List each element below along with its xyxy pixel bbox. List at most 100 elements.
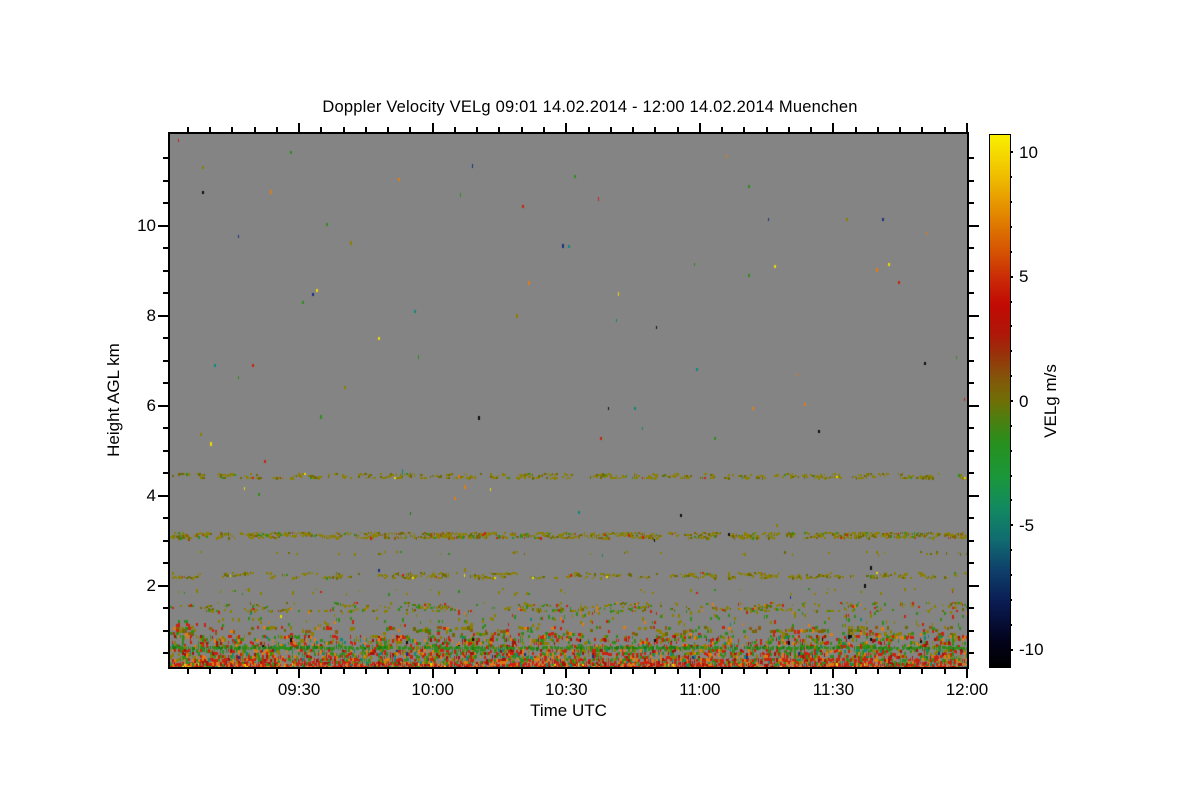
x-axis-major-tick-top xyxy=(698,123,701,132)
x-axis-minor-tick xyxy=(676,669,679,674)
x-axis-minor-tick xyxy=(609,669,612,674)
x-axis-major-tick-top xyxy=(298,123,301,132)
y-axis-minor-tick xyxy=(163,562,168,565)
y-axis-minor-tick xyxy=(163,247,168,250)
x-axis-minor-tick-top xyxy=(899,127,902,132)
y-axis-minor-tick xyxy=(163,472,168,475)
velocity-heatmap-canvas xyxy=(170,134,967,667)
y-axis-major-tick xyxy=(158,494,168,497)
y-axis-minor-tick-right xyxy=(969,652,974,655)
x-axis-minor-tick xyxy=(921,669,924,674)
y-axis-major-tick-right xyxy=(969,224,979,227)
y-tick-label: 8 xyxy=(146,306,156,326)
x-axis-minor-tick-top xyxy=(209,127,212,132)
y-axis-minor-tick xyxy=(163,337,168,340)
plot-title: Doppler Velocity VELg 09:01 14.02.2014 -… xyxy=(322,98,858,116)
y-axis-major-tick xyxy=(158,224,168,227)
x-axis-minor-tick xyxy=(765,669,768,674)
y-tick-label: 4 xyxy=(146,486,156,506)
x-axis-major-tick xyxy=(698,669,701,678)
x-axis-minor-tick-top xyxy=(253,127,256,132)
x-axis-minor-tick xyxy=(342,669,345,674)
x-tick-label: 10:30 xyxy=(544,680,588,699)
x-axis-minor-tick-top xyxy=(520,127,523,132)
x-axis-minor-tick xyxy=(186,669,189,674)
x-axis-major-tick-top xyxy=(966,123,968,132)
y-axis-minor-tick xyxy=(163,269,168,272)
y-axis-minor-tick-right xyxy=(969,157,974,160)
x-axis-minor-tick-top xyxy=(921,127,924,132)
x-axis-minor-tick-top xyxy=(787,127,790,132)
y-axis-minor-tick xyxy=(163,449,168,452)
x-axis-minor-tick xyxy=(409,669,412,674)
y-axis-minor-tick xyxy=(163,157,168,160)
y-axis-minor-tick-right xyxy=(969,427,974,430)
x-axis-minor-tick xyxy=(543,669,545,674)
x-axis-major-tick xyxy=(298,669,301,678)
x-axis-minor-tick xyxy=(387,669,390,674)
x-axis-minor-tick-top xyxy=(876,127,879,132)
x-axis-minor-tick-top xyxy=(342,127,345,132)
colorbar-tick-label: 10 xyxy=(1019,142,1038,162)
x-axis-minor-tick xyxy=(876,669,879,674)
y-axis-minor-tick-right xyxy=(969,449,974,452)
y-axis-minor-tick xyxy=(163,607,168,610)
x-axis-minor-tick xyxy=(810,669,813,674)
x-axis-minor-tick xyxy=(787,669,790,674)
x-axis-minor-tick-top xyxy=(632,127,635,132)
x-axis-minor-tick-top xyxy=(409,127,412,132)
y-axis-minor-tick xyxy=(163,179,168,182)
x-axis-minor-tick-top xyxy=(810,127,813,132)
colorbar-gradient xyxy=(990,135,1010,667)
x-axis-minor-tick xyxy=(453,669,456,674)
x-axis-minor-tick-top xyxy=(320,127,323,132)
colorbar-tick-label: -10 xyxy=(1019,640,1044,660)
x-axis-minor-tick-top xyxy=(587,127,590,132)
colorbar-tick-label: -5 xyxy=(1019,515,1035,535)
x-tick-label: 10:00 xyxy=(411,680,454,699)
x-axis-minor-tick xyxy=(899,669,902,674)
x-axis-major-tick xyxy=(966,669,968,678)
x-axis-minor-tick xyxy=(587,669,590,674)
x-axis-minor-tick xyxy=(854,669,857,674)
x-axis-minor-tick-top xyxy=(186,127,189,132)
doppler-velocity-figure: Doppler Velocity VELg 09:01 14.02.2014 -… xyxy=(0,0,1200,800)
x-axis-minor-tick xyxy=(231,669,234,674)
y-axis-minor-tick xyxy=(163,382,168,385)
y-axis-minor-tick xyxy=(163,629,168,632)
x-axis-minor-tick-top xyxy=(275,127,278,132)
y-axis-minor-tick-right xyxy=(969,517,974,520)
y-tick-label: 2 xyxy=(146,576,156,596)
x-axis-minor-tick-top xyxy=(943,127,946,132)
y-tick-label: 10 xyxy=(137,216,156,236)
x-axis-minor-tick-top xyxy=(854,127,857,132)
y-axis-minor-tick-right xyxy=(969,337,974,340)
y-axis-major-tick xyxy=(158,314,168,317)
x-axis-minor-tick xyxy=(721,669,724,674)
x-axis-major-tick-top xyxy=(431,123,434,132)
x-axis-minor-tick xyxy=(253,669,256,674)
x-axis-label: Time UTC xyxy=(530,701,607,720)
x-axis-minor-tick xyxy=(476,669,479,674)
y-axis-minor-tick-right xyxy=(969,269,974,272)
y-axis-minor-tick-right xyxy=(969,472,974,475)
y-axis-minor-tick xyxy=(163,652,168,655)
y-axis-minor-tick xyxy=(163,202,168,205)
x-axis-minor-tick-top xyxy=(721,127,724,132)
y-axis-minor-tick-right xyxy=(969,292,974,295)
x-axis-minor-tick-top xyxy=(765,127,768,132)
x-axis-minor-tick-top xyxy=(387,127,390,132)
x-tick-label: 11:00 xyxy=(679,680,721,699)
x-axis-major-tick xyxy=(431,669,434,678)
x-axis-minor-tick xyxy=(632,669,635,674)
x-axis-major-tick xyxy=(565,669,568,678)
x-axis-major-tick xyxy=(832,669,835,678)
x-axis-minor-tick-top xyxy=(609,127,612,132)
x-axis-minor-tick-top xyxy=(364,127,367,132)
y-axis-minor-tick xyxy=(163,427,168,430)
x-axis-minor-tick-top xyxy=(676,127,679,132)
x-axis-minor-tick xyxy=(209,669,212,674)
x-axis-minor-tick xyxy=(654,669,657,674)
x-tick-label: 09:30 xyxy=(277,680,321,699)
x-tick-label: 12:00 xyxy=(945,680,989,699)
